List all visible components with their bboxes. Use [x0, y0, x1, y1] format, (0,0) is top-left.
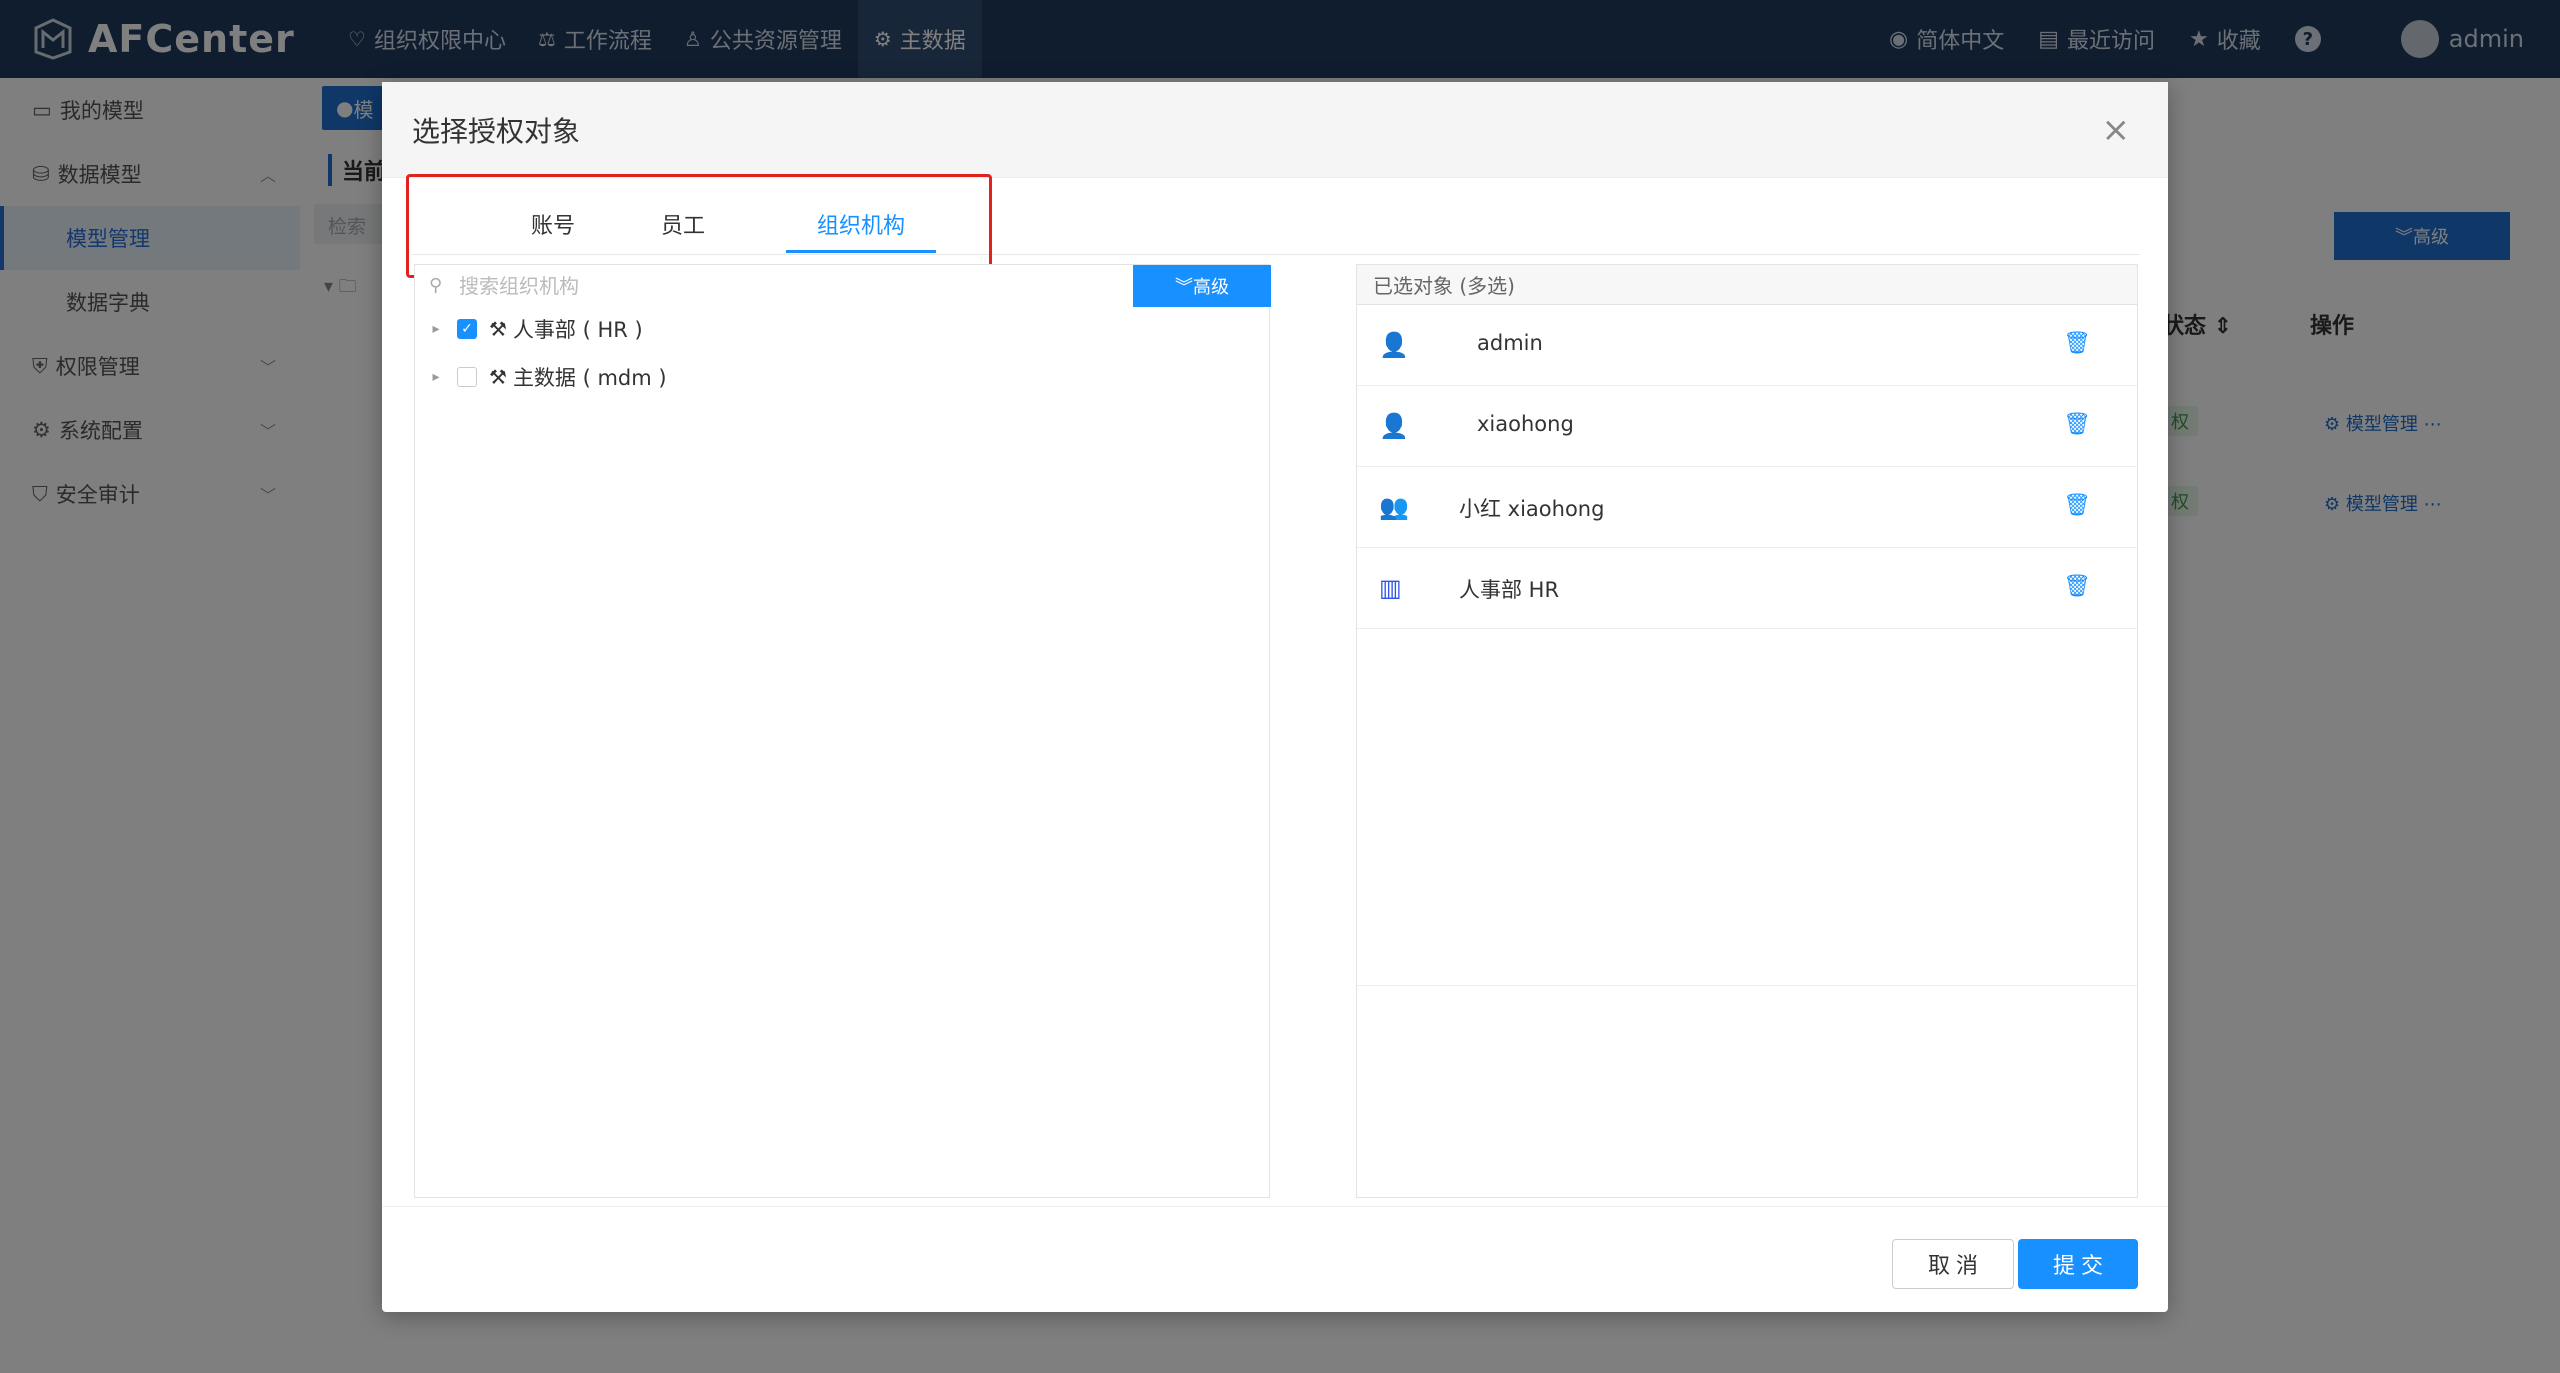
tab-account[interactable]: 账号 [478, 208, 628, 240]
tree-node-mdm[interactable]: ▸ ⚒ 主数据 ( mdm ) [415, 357, 667, 397]
user-icon: 👤 [1379, 331, 1409, 359]
tree-checkbox-hr[interactable]: ✓ [457, 319, 477, 339]
search-row: ⚲ ︾ 高级 [415, 265, 1271, 307]
building-icon: ▥ [1379, 574, 1402, 602]
tree-node-hr[interactable]: ▸ ✓ ⚒ 人事部 ( HR ) [415, 309, 643, 349]
submit-button[interactable]: 提 交 [2018, 1239, 2138, 1289]
caret-right-icon[interactable]: ▸ [425, 369, 447, 385]
tab-organization[interactable]: 组织机构 [786, 208, 936, 240]
tree-checkbox-mdm[interactable] [457, 367, 477, 387]
select-authorization-dialog: 选择授权对象 × 账号 员工 组织机构 ⚲ ︾ 高级 ▸ ✓ ⚒ 人事部 ( H… [382, 82, 2168, 1312]
dialog-title: 选择授权对象 [412, 114, 581, 148]
trash-icon[interactable]: 🗑 [2063, 331, 2091, 356]
tab-divider [412, 254, 2140, 255]
tree-node-label: 人事部 ( HR ) [512, 318, 643, 342]
selected-item: 👤 admin 🗑 [1357, 305, 2137, 386]
trash-icon[interactable]: 🗑 [2063, 574, 2091, 599]
selected-item: ▥ 人事部 HR 🗑 [1357, 548, 2137, 629]
org-node-icon: ⚒ [489, 317, 507, 341]
selected-item-name: admin [1477, 331, 1543, 355]
selected-objects-panel: 已选对象 (多选) 👤 admin 🗑 👤 xiaohong 🗑 👥 小红 xi… [1356, 264, 2138, 1198]
tab-employee[interactable]: 员工 [608, 208, 758, 240]
close-icon[interactable]: × [2102, 110, 2131, 150]
selected-item-name: xiaohong [1477, 412, 1574, 436]
selected-header: 已选对象 (多选) [1357, 265, 2137, 305]
trash-icon[interactable]: 🗑 [2063, 412, 2091, 437]
org-node-icon: ⚒ [489, 365, 507, 389]
org-search-input[interactable] [415, 265, 1133, 307]
tree-node-label: 主数据 ( mdm ) [512, 366, 667, 390]
caret-right-icon[interactable]: ▸ [425, 321, 447, 337]
org-tree-panel: ⚲ ︾ 高级 ▸ ✓ ⚒ 人事部 ( HR ) ▸ ⚒ 主数据 ( mdm ) [414, 264, 1271, 1198]
tab-active-indicator [786, 250, 936, 253]
cancel-button[interactable]: 取 消 [1892, 1239, 2014, 1289]
search-icon: ⚲ [429, 275, 443, 296]
selected-item-name: 人事部 HR [1459, 578, 1560, 602]
dialog-header: 选择授权对象 × [382, 82, 2168, 178]
selected-item: 👤 xiaohong 🗑 [1357, 386, 2137, 467]
user-icon: 👤 [1379, 412, 1409, 440]
dialog-footer: 取 消 提 交 [382, 1206, 2168, 1312]
selected-item: 👥 小红 xiaohong 🗑 [1357, 467, 2137, 548]
trash-icon[interactable]: 🗑 [2063, 493, 2091, 518]
employee-icon: 👥 [1379, 493, 1409, 521]
advanced-search-button[interactable]: ︾ 高级 [1133, 265, 1271, 307]
selected-item-name: 小红 xiaohong [1459, 497, 1605, 521]
panel-divider [1357, 985, 2137, 986]
